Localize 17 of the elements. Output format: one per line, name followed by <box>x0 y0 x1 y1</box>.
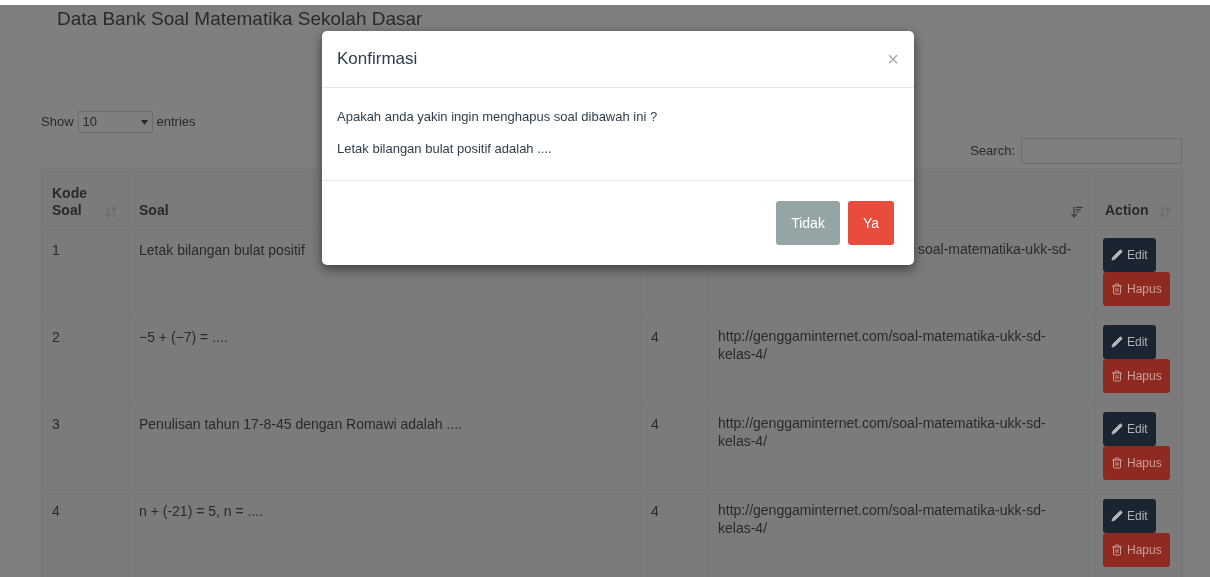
table-cell: http://genggaminternet.com/soal-matematika-ukk-sd-kelas-4/ <box>707 316 1095 404</box>
dialog-message: Letak bilangan bulat positif adalah .... <box>337 140 553 158</box>
show-label: Show <box>41 113 74 132</box>
page-title: Data Bank Soal Matematika Sekolah Dasar <box>57 7 424 31</box>
table-cell: 2 <box>41 316 129 404</box>
entries-label: entries <box>156 113 196 132</box>
table-cell: 4 <box>41 490 129 577</box>
table-cell: Penulisan tahun 17-8-45 dengan Romawi adalah .... <box>128 403 641 491</box>
dialog-title: Konfirmasi <box>337 48 418 71</box>
table-cell: −5 + (−7) = .... <box>128 316 641 404</box>
search-label: Search: <box>970 142 1015 161</box>
table-cell: 1 <box>41 229 129 317</box>
table-cell: 4 <box>640 403 708 491</box>
table-cell: 4 <box>640 316 708 404</box>
table-cell: 3 <box>41 403 129 491</box>
dialog-message: Apakah anda yakin ingin menghapus soal dibawah ini ? <box>337 108 659 126</box>
table-cell: http://genggaminternet.com/soal-matematika-ukk-sd-kelas-4/ <box>707 403 1095 491</box>
